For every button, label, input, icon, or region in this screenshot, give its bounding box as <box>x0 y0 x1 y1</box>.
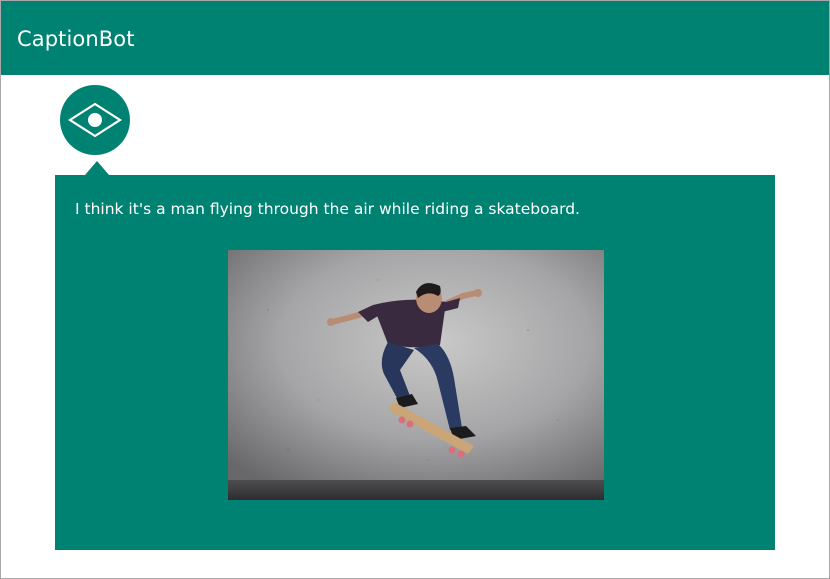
skateboarder-photo <box>228 250 604 500</box>
uploaded-photo[interactable] <box>228 250 604 500</box>
app-window: CaptionBot I think it's a man flying thr… <box>0 0 830 579</box>
app-title: CaptionBot <box>17 27 135 51</box>
bot-avatar <box>60 85 130 155</box>
message-pointer <box>85 161 109 175</box>
caption-text: I think it's a man flying through the ai… <box>75 200 580 218</box>
app-header: CaptionBot <box>1 1 829 75</box>
eye-icon <box>67 102 123 138</box>
message-bubble: I think it's a man flying through the ai… <box>55 175 775 550</box>
